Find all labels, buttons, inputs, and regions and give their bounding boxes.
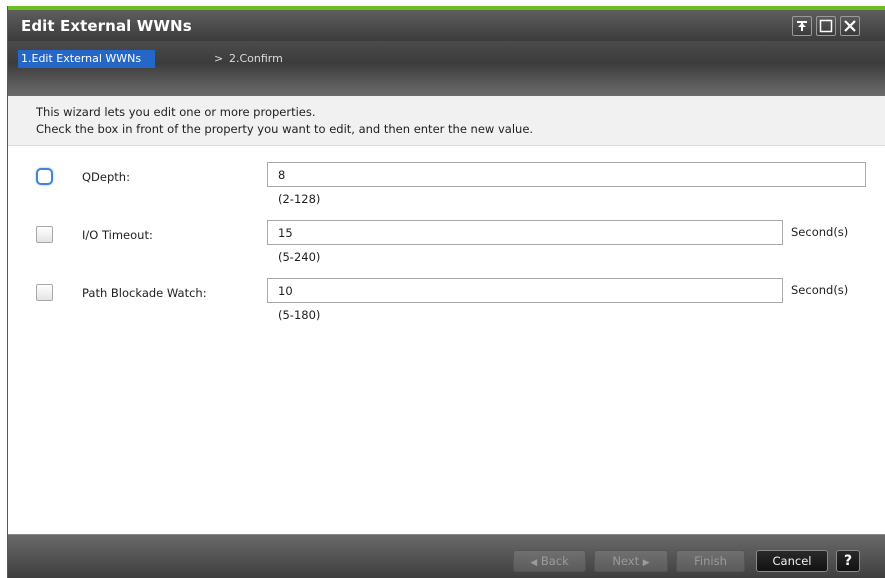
qdepth-checkbox[interactable] (36, 168, 53, 185)
path-blockade-watch-unit: Second(s) (791, 283, 849, 297)
instructions-panel: This wizard lets you edit one or more pr… (8, 96, 885, 146)
instruction-line-2: Check the box in front of the property y… (36, 122, 534, 136)
finish-label: Finish (694, 554, 727, 568)
io-timeout-range: (5-240) (278, 250, 321, 264)
chevron-left-icon: ◀ (530, 558, 538, 568)
close-icon (844, 20, 856, 32)
qdepth-range: (2-128) (278, 192, 321, 206)
help-button[interactable]: ? (836, 550, 860, 572)
wizard-step-separator: > (214, 52, 224, 65)
title-bar: Edit External WWNs (8, 10, 885, 41)
path-blockade-watch-range: (5-180) (278, 308, 321, 322)
wizard-steps-bar: 1.Edit External WWNs > 2.Confirm (8, 41, 885, 96)
wizard-step-edit: 1.Edit External WWNs (18, 50, 156, 68)
io-timeout-label: I/O Timeout: (82, 228, 153, 242)
io-timeout-input[interactable] (267, 220, 783, 245)
qdepth-label: QDepth: (82, 170, 130, 184)
window-title: Edit External WWNs (21, 17, 192, 35)
maximize-button[interactable] (816, 16, 836, 36)
edit-external-wwns-window: Edit External WWNs 1.Edit External WWNs … (7, 6, 885, 578)
next-label: Next (612, 554, 640, 568)
help-icon: ? (843, 553, 853, 569)
back-button[interactable]: ◀ Back (513, 550, 586, 572)
path-blockade-watch-input[interactable] (267, 278, 783, 303)
maximize-icon (819, 19, 833, 33)
close-button[interactable] (840, 16, 860, 36)
cancel-button[interactable]: Cancel (756, 550, 828, 572)
pin-icon (797, 21, 807, 31)
next-button[interactable]: Next ▶ (594, 550, 668, 572)
qdepth-input[interactable] (267, 162, 866, 187)
io-timeout-checkbox[interactable] (36, 226, 53, 243)
pin-button[interactable] (792, 16, 812, 36)
path-blockade-watch-checkbox[interactable] (36, 284, 53, 301)
chevron-right-icon: ▶ (642, 558, 650, 568)
footer-bar: ◀ Back Next ▶ Finish Cancel ? (8, 534, 885, 578)
back-label: Back (540, 554, 569, 568)
cancel-label: Cancel (772, 554, 812, 568)
path-blockade-watch-label: Path Blockade Watch: (82, 286, 207, 300)
instruction-line-1: This wizard lets you edit one or more pr… (36, 105, 316, 119)
wizard-step-confirm: 2.Confirm (229, 52, 283, 65)
finish-button[interactable]: Finish (676, 550, 745, 572)
io-timeout-unit: Second(s) (791, 225, 849, 239)
